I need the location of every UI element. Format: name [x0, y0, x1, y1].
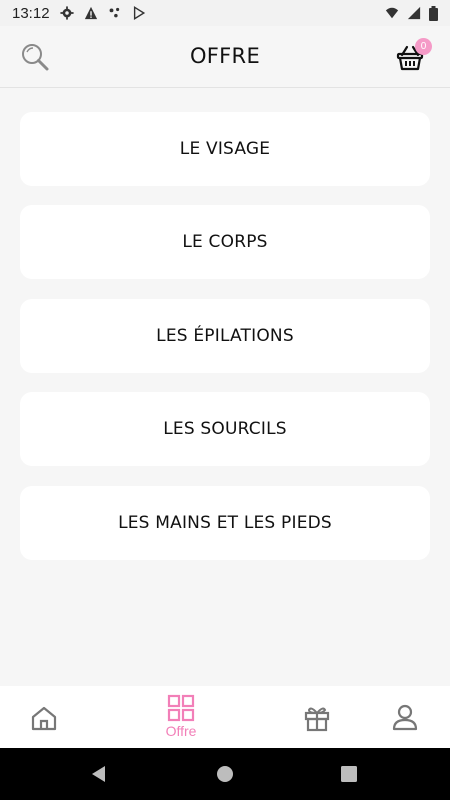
- wifi-icon: [385, 7, 399, 19]
- system-nav-bar: [0, 748, 450, 800]
- page-title: OFFRE: [189, 44, 261, 68]
- offer-label: LES MAINS ET LES PIEDS: [118, 513, 332, 533]
- cart-button[interactable]: 0: [396, 38, 432, 74]
- offer-card-sourcils[interactable]: LES SOURCILS: [20, 392, 430, 466]
- home-icon: [31, 706, 57, 731]
- offer-card-epilations[interactable]: LES ÉPILATIONS: [20, 299, 430, 373]
- user-icon: [392, 704, 418, 731]
- signal-icon: [407, 6, 421, 20]
- nav-offre-label: Offre: [165, 723, 197, 739]
- gift-icon: [304, 707, 330, 732]
- status-bar: 13:12: [0, 0, 450, 26]
- app-header: OFFRE 0: [0, 26, 450, 88]
- nav-profile[interactable]: [391, 686, 419, 748]
- dots-icon: [109, 7, 119, 18]
- battery-icon: [429, 5, 438, 21]
- offer-card-corps[interactable]: LE CORPS: [20, 205, 430, 279]
- offer-card-mains-pieds[interactable]: LES MAINS ET LES PIEDS: [20, 486, 430, 560]
- nav-offre[interactable]: Offre: [160, 686, 202, 748]
- status-time: 13:12: [12, 4, 50, 22]
- play-store-icon: [133, 6, 145, 20]
- grid-icon: [167, 694, 195, 722]
- offer-label: LES SOURCILS: [163, 419, 287, 439]
- offer-label: LE CORPS: [182, 232, 268, 252]
- offer-list: LE VISAGE LE CORPS LES ÉPILATIONS LES SO…: [0, 89, 450, 686]
- cart-count-badge: 0: [415, 38, 432, 55]
- back-icon[interactable]: [90, 765, 108, 783]
- bottom-nav: Offre: [0, 686, 450, 748]
- offer-label: LE VISAGE: [179, 139, 271, 159]
- nav-gifts[interactable]: [303, 686, 331, 748]
- settings-icon: [59, 6, 74, 20]
- nav-home[interactable]: [29, 686, 59, 748]
- offer-card-visage[interactable]: LE VISAGE: [20, 112, 430, 186]
- warning-icon: [84, 6, 97, 20]
- offer-label: LES ÉPILATIONS: [156, 326, 294, 346]
- recents-icon[interactable]: [341, 766, 357, 782]
- home-circle-icon[interactable]: [216, 765, 234, 783]
